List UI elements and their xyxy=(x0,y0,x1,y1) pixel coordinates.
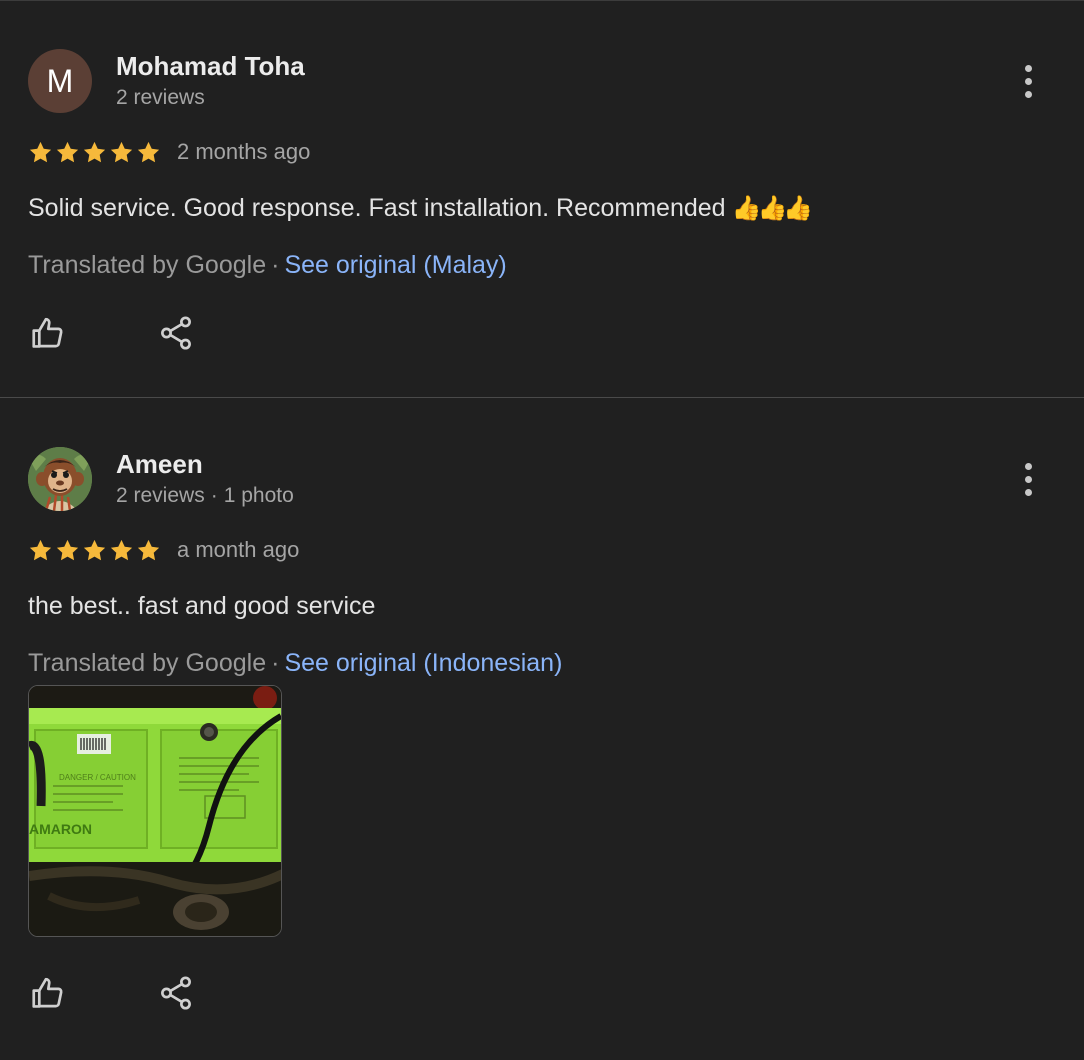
share-icon xyxy=(161,976,191,1010)
see-original-link[interactable]: See original (Indonesian) xyxy=(284,649,562,677)
reviewer-meta: 2 reviews · 1 photo xyxy=(116,484,294,507)
review-text: the best.. fast and good service xyxy=(28,592,376,620)
reviews-count: 2 reviews xyxy=(116,86,205,109)
battery-label-text: DANGER / CAUTION xyxy=(59,773,136,782)
translated-by-label: Translated by Google xyxy=(28,649,267,677)
reviewer-name[interactable]: Mohamad Toha xyxy=(116,51,305,82)
translation-note: Translated by Google · See original (Indon… xyxy=(28,649,563,677)
like-button[interactable] xyxy=(26,311,70,355)
star-icon xyxy=(29,539,52,560)
star-icon xyxy=(56,539,79,560)
reviews-panel: M Mohamad Toha 2 reviews 2 months ago So… xyxy=(0,0,1084,1060)
share-icon xyxy=(161,316,191,350)
more-vert-icon xyxy=(1024,462,1032,470)
star-icon xyxy=(110,539,133,560)
star-icon xyxy=(110,141,133,162)
review-card: Ameen 2 reviews · 1 photo a month ago the … xyxy=(0,399,1084,1060)
battery-photo: DANGER / CAUTION AMARON xyxy=(29,686,281,936)
thumb-up-icon xyxy=(32,317,63,348)
review-photo[interactable]: DANGER / CAUTION AMARON xyxy=(28,685,282,937)
translation-note: Translated by Google · See original (Malay… xyxy=(28,251,507,279)
rating-row: 2 months ago xyxy=(28,137,310,167)
see-original-link[interactable]: See original (Malay) xyxy=(284,251,506,279)
more-vert-icon xyxy=(1024,64,1032,72)
reviews-count: 2 reviews xyxy=(116,484,205,507)
share-button[interactable] xyxy=(154,971,198,1015)
star-icon xyxy=(83,141,106,162)
review-time: 2 months ago xyxy=(177,139,311,164)
monkey-avatar-image xyxy=(28,447,92,511)
review-card: M Mohamad Toha 2 reviews 2 months ago So… xyxy=(0,1,1084,398)
photo-count: 1 photo xyxy=(223,484,294,507)
translated-by-label: Translated by Google xyxy=(28,251,267,279)
reviewer-meta: 2 reviews xyxy=(116,86,205,110)
star-icon xyxy=(137,539,160,560)
star-icon xyxy=(29,141,52,162)
more-options-button[interactable] xyxy=(1012,61,1044,101)
review-text: Solid service. Good response. Fast insta… xyxy=(28,194,814,222)
star-icon xyxy=(83,539,106,560)
like-button[interactable] xyxy=(26,971,70,1015)
share-button[interactable] xyxy=(154,311,198,355)
star-icon xyxy=(56,141,79,162)
thumbs-up-emoji: 👍👍👍 xyxy=(731,195,814,222)
thumb-up-icon xyxy=(32,977,63,1008)
avatar[interactable]: M xyxy=(28,49,92,113)
avatar[interactable] xyxy=(28,447,92,511)
star-rating xyxy=(28,538,161,563)
review-time: a month ago xyxy=(177,537,300,562)
rating-row: a month ago xyxy=(28,535,299,565)
star-rating xyxy=(28,140,161,165)
reviewer-name[interactable]: Ameen xyxy=(116,449,203,480)
more-options-button[interactable] xyxy=(1012,459,1044,499)
star-icon xyxy=(137,141,160,162)
battery-brand-text: AMARON xyxy=(29,821,92,837)
